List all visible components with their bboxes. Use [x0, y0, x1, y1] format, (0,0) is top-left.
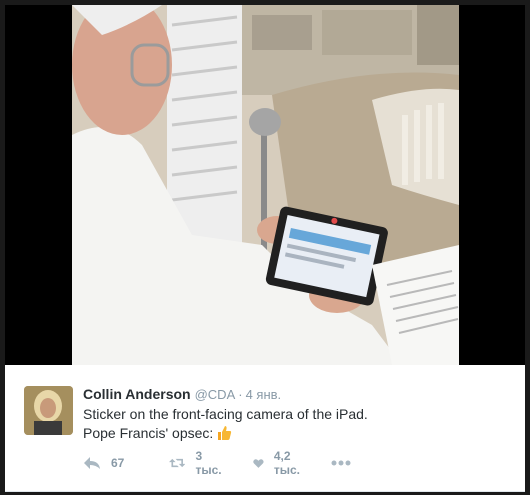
reply-count: 67	[111, 456, 125, 470]
author-name[interactable]: Collin Anderson	[83, 386, 191, 402]
tweet-photo[interactable]	[72, 5, 459, 365]
photo-illustration	[72, 5, 459, 365]
retweet-icon	[169, 458, 186, 468]
header-separator: ·	[238, 387, 243, 402]
tweet-frame: Collin Anderson @CDA · 4 янв. Sticker on th…	[0, 0, 530, 495]
tweet-date[interactable]: 4 янв.	[246, 387, 282, 402]
reply-button[interactable]: 67	[83, 454, 124, 472]
more-button[interactable]	[331, 454, 351, 472]
like-button[interactable]: 4,2 тыс.	[253, 449, 305, 477]
tweet-card: Collin Anderson @CDA · 4 янв. Sticker on th…	[5, 365, 525, 492]
avatar-image	[24, 386, 73, 435]
tweet-text-line-1: Sticker on the front-facing camera of th…	[83, 406, 368, 422]
media-container	[5, 5, 525, 365]
like-count: 4,2 тыс.	[273, 449, 300, 477]
author-handle[interactable]: @CDA	[195, 387, 236, 402]
tweet-header: Collin Anderson @CDA · 4 янв.	[83, 386, 281, 402]
more-dots-icon	[331, 460, 351, 466]
avatar[interactable]	[24, 386, 73, 435]
thumbs-up-emoji-icon	[216, 425, 232, 441]
retweet-button[interactable]: 3 тыс.	[169, 449, 225, 477]
heart-icon	[253, 458, 264, 468]
retweet-count: 3 тыс.	[195, 449, 222, 477]
reply-icon	[84, 457, 100, 469]
tweet-text-line-2: Pope Francis' opsec:	[83, 425, 232, 441]
tweet-text-line-2-text: Pope Francis' opsec:	[83, 425, 214, 441]
